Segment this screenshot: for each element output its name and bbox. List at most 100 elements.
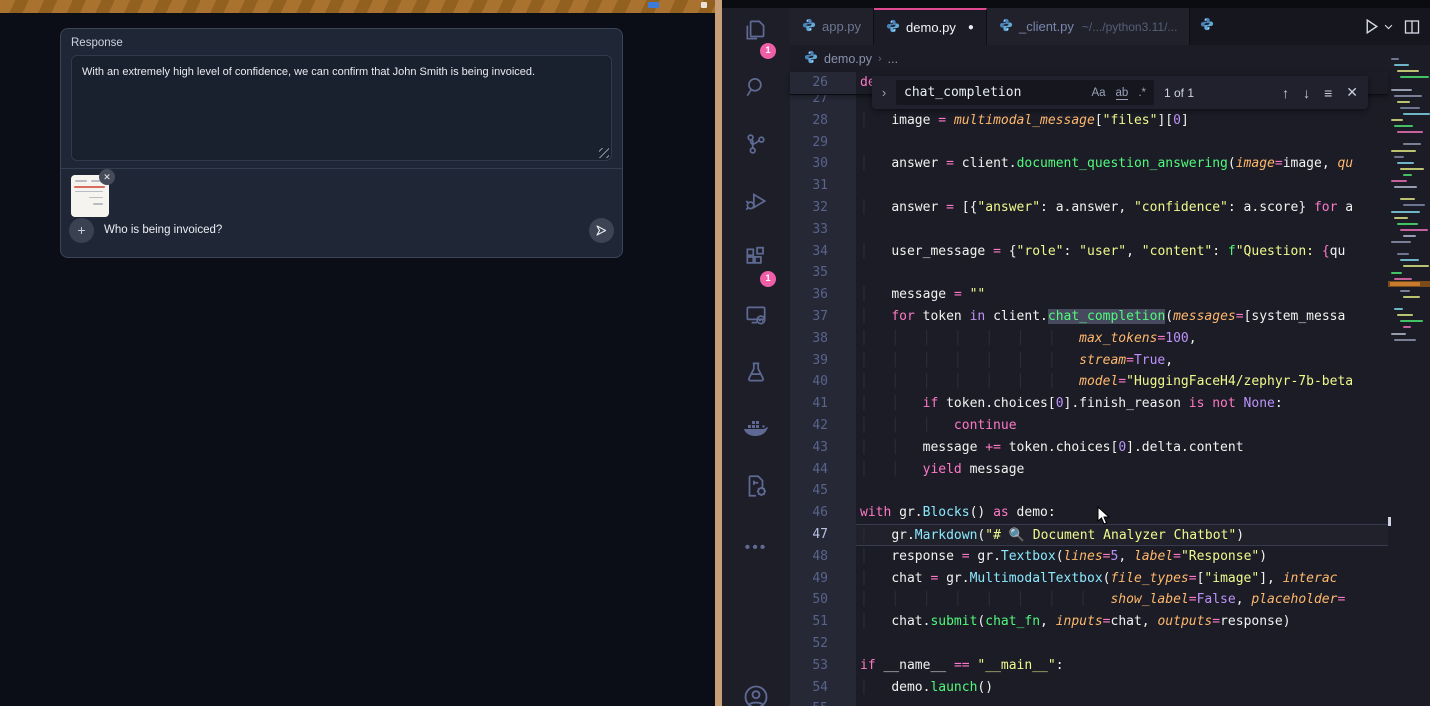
code-line-48[interactable]: │ response = gr.Textbox(lines=5, label="… (856, 546, 1388, 568)
more-views-icon[interactable]: ••• (722, 539, 790, 557)
line-number-40[interactable]: 40 (798, 371, 828, 393)
line-number-28[interactable]: 28 (798, 110, 828, 132)
search-icon[interactable] (722, 74, 790, 114)
code-line-39[interactable]: │ │ │ │ │ │ │ stream=True, (856, 350, 1388, 372)
line-number-41[interactable]: 41 (798, 393, 828, 415)
code-line-35[interactable] (856, 262, 1388, 284)
code-line-44[interactable]: │ │ yield message (856, 459, 1388, 481)
add-attachment-button[interactable]: + (69, 218, 94, 243)
line-number-54[interactable]: 54 (798, 677, 828, 699)
extensions-icon[interactable]: 1 (722, 245, 790, 285)
run-debug-icon[interactable] (722, 188, 790, 228)
indent-guides: │ (860, 200, 891, 215)
file-gear-icon[interactable] (722, 473, 790, 513)
line-number-51[interactable]: 51 (798, 611, 828, 633)
code-line-29[interactable] (856, 132, 1388, 154)
code-line-30[interactable]: │ answer = client.document_question_answ… (856, 153, 1388, 175)
code-line-42[interactable]: │ │ │ continue (856, 415, 1388, 437)
code-line-34[interactable]: │ user_message = {"role": "user", "conte… (856, 241, 1388, 263)
code-line-47[interactable]: │ gr.Markdown("# 🔍 Document Analyzer Cha… (856, 524, 1388, 546)
line-number-55[interactable]: 55 (798, 698, 828, 706)
screenshot-root: Response With an extremely high level of… (0, 0, 1430, 706)
line-number-36[interactable]: 36 (798, 284, 828, 306)
code-line-46[interactable]: with gr.Blocks() as demo: (856, 502, 1388, 524)
code-line-41[interactable]: │ │ if token.choices[0].finish_reason is… (856, 393, 1388, 415)
code-line-38[interactable]: │ │ │ │ │ │ │ max_tokens=100, (856, 328, 1388, 350)
breadcrumb-file[interactable]: demo.py (824, 52, 872, 66)
run-icon (1363, 18, 1380, 35)
explorer-icon[interactable]: 1 (722, 17, 790, 57)
chat-input[interactable]: Who is being invoiced? (104, 224, 222, 236)
tab-partial[interactable] (1190, 8, 1214, 45)
response-textarea[interactable]: With an extremely high level of confiden… (71, 55, 612, 161)
tab--client-py[interactable]: _client.py~/.../python3.11/... (987, 8, 1190, 45)
code-line-49[interactable]: │ chat = gr.MultimodalTextbox(file_types… (856, 568, 1388, 590)
code-line-51[interactable]: │ chat.submit(chat_fn, inputs=chat, outp… (856, 611, 1388, 633)
breadcrumb-symbol[interactable]: ... (888, 52, 898, 66)
line-number-43[interactable]: 43 (798, 437, 828, 459)
line-number-30[interactable]: 30 (798, 153, 828, 175)
minimap[interactable] (1388, 45, 1430, 706)
code-line-55[interactable] (856, 698, 1388, 706)
tab-app-py[interactable]: app.py (790, 8, 874, 45)
code-line-50[interactable]: │ │ │ │ │ │ │ │ show_label=False, placeh… (856, 589, 1388, 611)
code-line-53[interactable]: if __name__ == "__main__": (856, 655, 1388, 677)
split-editor-button[interactable] (1404, 19, 1420, 35)
line-number-46[interactable]: 46 (798, 502, 828, 524)
line-number-42[interactable]: 42 (798, 415, 828, 437)
code-region[interactable]: │ image = multimodal_message["files"][0]… (856, 72, 1388, 706)
attachment-thumbnail[interactable]: ✕ (71, 175, 109, 217)
previous-match-button[interactable]: ↑ (1278, 83, 1293, 103)
testing-beaker-icon[interactable] (722, 359, 790, 399)
code-line-54[interactable]: │ demo.launch() (856, 677, 1388, 699)
line-number-37[interactable]: 37 (798, 306, 828, 328)
find-query-text[interactable]: chat_completion (904, 85, 1085, 100)
regex-toggle[interactable]: .* (1134, 85, 1150, 101)
line-number-49[interactable]: 49 (798, 568, 828, 590)
line-number-50[interactable]: 50 (798, 589, 828, 611)
line-number-38[interactable]: 38 (798, 328, 828, 350)
code-line-43[interactable]: │ │ message += token.choices[0].delta.co… (856, 437, 1388, 459)
next-match-button[interactable]: ↓ (1299, 83, 1314, 103)
editor-actions (1363, 8, 1430, 45)
line-number-29[interactable]: 29 (798, 132, 828, 154)
account-icon[interactable] (722, 683, 790, 706)
line-number-34[interactable]: 34 (798, 241, 828, 263)
line-number-31[interactable]: 31 (798, 175, 828, 197)
code-line-28[interactable]: │ image = multimodal_message["files"][0] (856, 110, 1388, 132)
code-line-45[interactable] (856, 480, 1388, 502)
attachment-close-button[interactable]: ✕ (99, 169, 115, 185)
close-find-button[interactable]: ✕ (1342, 82, 1362, 103)
line-number-32[interactable]: 32 (798, 197, 828, 219)
line-number-48[interactable]: 48 (798, 546, 828, 568)
remote-explorer-icon[interactable] (722, 302, 790, 342)
code-line-32[interactable]: │ answer = [{"answer": a.answer, "confid… (856, 197, 1388, 219)
line-number-gutter[interactable]: 2728293031323334353637383940414243444546… (790, 72, 856, 706)
code-line-40[interactable]: │ │ │ │ │ │ │ model="HuggingFaceH4/zephy… (856, 371, 1388, 393)
code-line-31[interactable] (856, 175, 1388, 197)
line-number-45[interactable]: 45 (798, 480, 828, 502)
code-line-52[interactable] (856, 633, 1388, 655)
line-number-44[interactable]: 44 (798, 459, 828, 481)
docker-icon[interactable] (722, 416, 790, 456)
code-line-37[interactable]: │ for token in client.chat_completion(me… (856, 306, 1388, 328)
line-number-53[interactable]: 53 (798, 655, 828, 677)
line-number-33[interactable]: 33 (798, 219, 828, 241)
tab-demo-py[interactable]: demo.py● (874, 8, 987, 45)
code-line-36[interactable]: │ message = "" (856, 284, 1388, 306)
line-number-39[interactable]: 39 (798, 350, 828, 372)
line-number-52[interactable]: 52 (798, 633, 828, 655)
find-input[interactable]: chat_completion Aa ab .* (896, 80, 1154, 105)
send-button[interactable] (589, 218, 614, 243)
source-control-icon[interactable] (722, 131, 790, 171)
line-number-35[interactable]: 35 (798, 262, 828, 284)
whole-word-toggle[interactable]: ab (1112, 85, 1133, 101)
match-case-toggle[interactable]: Aa (1087, 85, 1109, 101)
run-python-file-button[interactable] (1363, 18, 1394, 35)
code-line-33[interactable] (856, 219, 1388, 241)
minimap-code-line (1397, 162, 1414, 164)
find-collapse-toggle[interactable]: › (872, 76, 896, 109)
line-number-47[interactable]: 47 (798, 524, 828, 546)
resize-handle-icon[interactable] (599, 148, 609, 158)
find-in-selection-button[interactable]: ≡ (1320, 83, 1336, 103)
